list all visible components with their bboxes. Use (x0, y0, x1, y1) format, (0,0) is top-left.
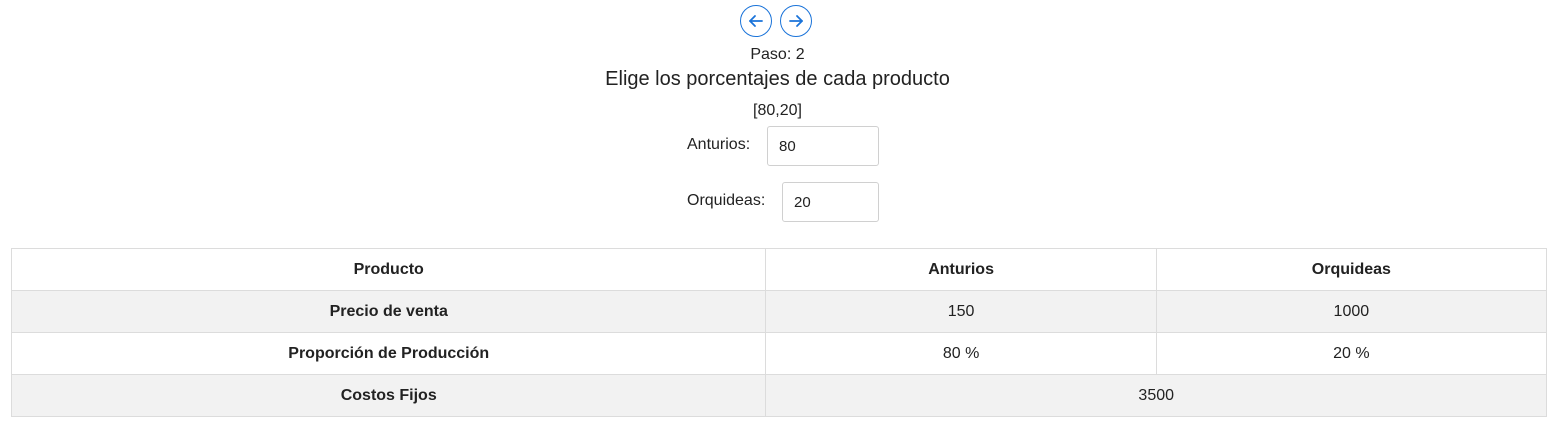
table-row: Precio de venta 150 1000 (10, 290, 1548, 333)
table-row: Proporción de Producción 80 % 20 % (10, 332, 1548, 375)
orquideas-percentage-input[interactable] (782, 182, 879, 222)
cell-anturios: 80 % (765, 332, 1157, 375)
next-step-button[interactable] (780, 5, 812, 37)
step-navigation (740, 5, 812, 37)
table-row: Costos Fijos 3500 (10, 374, 1547, 417)
table-header-row: Producto Anturios Orquideas (10, 248, 1548, 291)
header-producto: Producto (10, 248, 767, 291)
page-title: Elige los porcentajes de cada producto (605, 68, 950, 90)
cell-orquideas: 20 % (1155, 332, 1548, 375)
cell-combined: 3500 (765, 374, 1547, 417)
anturios-label: Anturios: (687, 136, 751, 153)
header-orquideas: Orquideas (1155, 248, 1548, 291)
row-label: Costos Fijos (10, 374, 767, 417)
previous-step-button[interactable] (740, 5, 772, 37)
product-table: Producto Anturios Orquideas Precio de ve… (10, 248, 1548, 417)
orquideas-label: Orquideas: (687, 192, 766, 209)
cell-orquideas: 1000 (1155, 290, 1548, 333)
page: Paso: 2 Elige los porcentajes de cada pr… (0, 0, 1555, 428)
step-indicator: Paso: 2 (750, 46, 805, 63)
anturios-percentage-input[interactable] (767, 126, 879, 166)
cell-anturios: 150 (765, 290, 1157, 333)
arrow-right-icon (789, 15, 803, 27)
percentages-array: [80,20] (753, 102, 802, 119)
arrow-left-icon (749, 15, 763, 27)
row-label: Precio de venta (10, 290, 767, 333)
row-label: Proporción de Producción (10, 332, 767, 375)
header-anturios: Anturios (765, 248, 1157, 291)
